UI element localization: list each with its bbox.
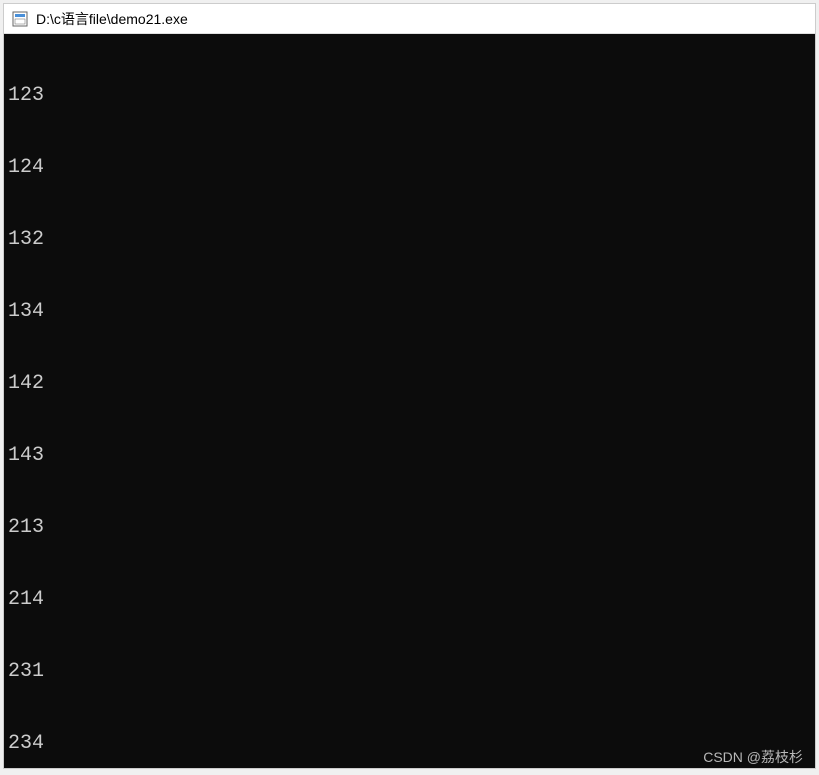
output-line: 124 (8, 156, 811, 180)
output-line: 142 (8, 372, 811, 396)
window-title: D:\c语言file\demo21.exe (36, 9, 188, 29)
output-line: 123 (8, 84, 811, 108)
titlebar[interactable]: D:\c语言file\demo21.exe (4, 4, 815, 34)
output-line: 132 (8, 228, 811, 252)
output-line: 213 (8, 516, 811, 540)
watermark: CSDN @荔枝杉 (703, 747, 803, 767)
output-line: 134 (8, 300, 811, 324)
console-output[interactable]: 123 124 132 134 142 143 213 214 231 234 … (4, 34, 815, 768)
console-window: D:\c语言file\demo21.exe 123 124 132 134 14… (3, 3, 816, 769)
output-line: 143 (8, 444, 811, 468)
app-icon (12, 11, 28, 27)
output-line: 214 (8, 588, 811, 612)
output-line: 234 (8, 732, 811, 756)
output-line: 231 (8, 660, 811, 684)
